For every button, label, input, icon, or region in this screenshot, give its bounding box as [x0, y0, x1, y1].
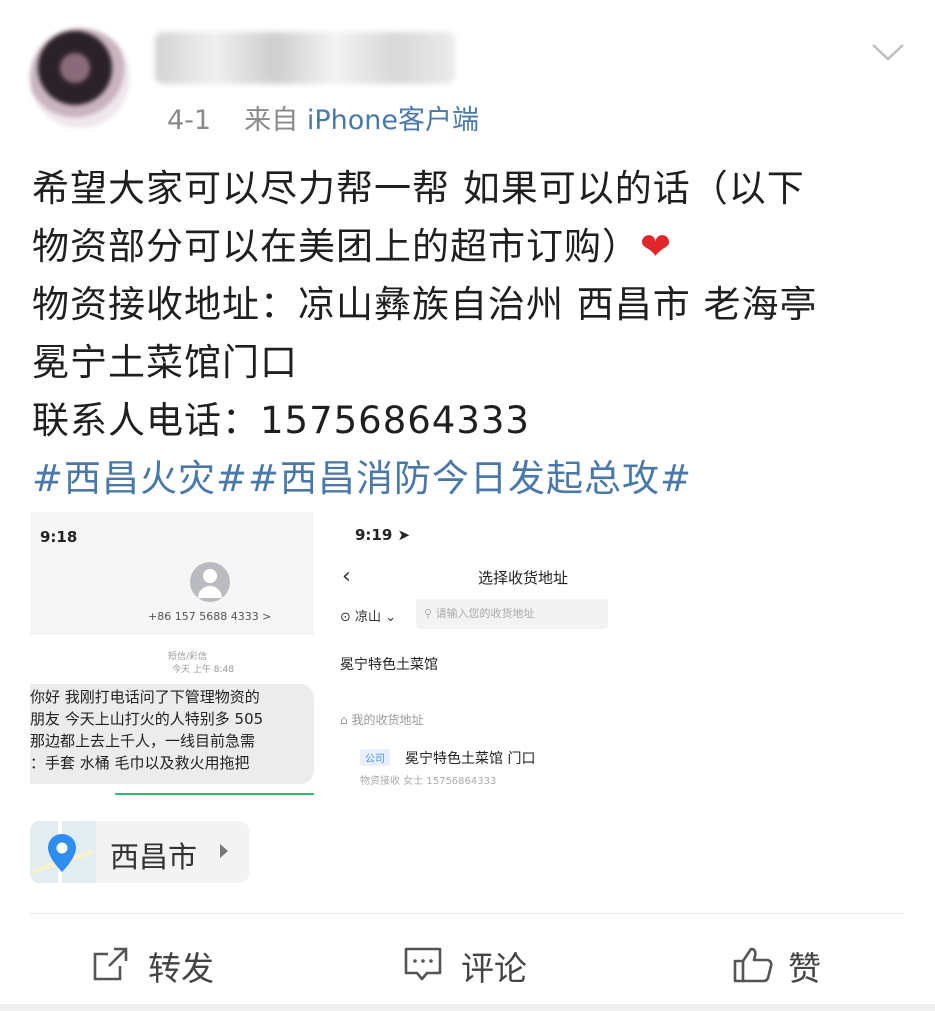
- location-chip[interactable]: 西昌市: [30, 821, 249, 883]
- status-time: 9:19 ➤: [355, 526, 411, 544]
- repost-label: 转发: [148, 949, 214, 988]
- chevron-down-icon[interactable]: [870, 40, 906, 64]
- my-address-heading: ⌂ 我的收货地址: [340, 711, 423, 728]
- back-icon: ‹: [342, 564, 351, 589]
- message-line: 那边都上去上千人，一线目前急需: [30, 732, 256, 750]
- comment-button[interactable]: 评论: [403, 930, 543, 998]
- contact-phone: +86 157 5688 4333 >: [148, 610, 272, 623]
- post-text-line: 希望大家可以尽力帮一帮 如果可以的话（以下: [32, 167, 805, 210]
- address-page-title: 选择收货地址: [478, 569, 569, 587]
- map-thumbnail: [30, 821, 96, 883]
- bottom-separator: [0, 1004, 935, 1011]
- chevron-right-icon: [220, 844, 228, 858]
- comment-label: 评论: [461, 949, 527, 988]
- search-placeholder: 请输入您的收货地址: [435, 607, 535, 620]
- divider: [30, 913, 905, 914]
- sms-label: 短信/彩信: [168, 652, 208, 662]
- post-text-line: 物资接收地址：凉山彝族自治州 西昌市 老海亭: [32, 283, 818, 326]
- post-text-line: 联系人电话：15756864333: [32, 399, 530, 442]
- hashtag-links[interactable]: #西昌火灾##西昌消防今日发起总攻#: [32, 450, 912, 508]
- heart-emoji: ❤: [640, 225, 673, 268]
- map-pin-icon: [48, 834, 76, 872]
- message-line: 朋友 今天上山打火的人特别多 505: [30, 710, 264, 728]
- contact-avatar-icon: [190, 562, 230, 602]
- share-icon: [93, 947, 128, 981]
- thumbs-up-icon: [733, 947, 773, 983]
- comment-icon: [404, 947, 442, 981]
- post-text-line: 物资部分可以在美团上的超市订购）: [32, 225, 640, 268]
- saved-address: 冕宁特色土菜馆 门口: [405, 751, 536, 767]
- source-prefix: 来自: [244, 105, 299, 136]
- source-client[interactable]: iPhone客户端: [307, 105, 479, 136]
- address-search: ⚲ 请输入您的收货地址: [416, 599, 608, 629]
- chevron-down-icon: ⌄: [385, 610, 397, 625]
- location-label: 西昌市: [110, 840, 198, 874]
- city-name: 凉山: [355, 610, 382, 625]
- image-sms-screenshot[interactable]: 9:18 +86 157 5688 4333 > 短信/彩信 今天 上午 8:4…: [30, 512, 314, 795]
- home-icon: ⌂: [340, 713, 348, 727]
- like-label: 赞: [788, 949, 821, 988]
- city-selector: ⊙ 凉山 ⌄: [340, 606, 396, 625]
- like-button[interactable]: 赞: [732, 930, 832, 998]
- post-text-line-with-heart: 物资部分可以在美团上的超市订购）❤: [32, 218, 912, 276]
- location-pin-icon: ⊙: [340, 610, 351, 625]
- repost-button[interactable]: 转发: [92, 930, 232, 998]
- shop-result: 冕宁特色土菜馆: [340, 657, 438, 673]
- post-meta: 4-1 来自 iPhone客户端: [167, 98, 479, 137]
- address-tag: 公司: [360, 749, 390, 766]
- status-time: 9:18: [40, 528, 78, 546]
- address-contact: 物资接收 女士 15756864333: [360, 776, 497, 787]
- username-blurred[interactable]: [155, 32, 455, 84]
- avatar[interactable]: [30, 28, 130, 128]
- message-line: ：手套 水桶 毛巾以及救火用拖把: [30, 754, 250, 772]
- search-icon: ⚲: [424, 607, 433, 620]
- my-address-label: 我的收货地址: [351, 713, 424, 727]
- message-bubble: 你好 我刚打电话问了下管理物资的 朋友 今天上山打火的人特别多 505 那边都上…: [30, 684, 314, 784]
- post-header: 4-1 来自 iPhone客户端: [0, 0, 935, 140]
- image-address-screenshot[interactable]: 9:19 ➤ ‹ 选择收货地址 ⊙ 凉山 ⌄ ⚲ 请输入您的收货地址 冕宁特色土…: [330, 512, 630, 795]
- action-bar: 转发 评论 赞: [0, 930, 935, 998]
- post-date: 4-1: [167, 105, 212, 136]
- message-line: 你好 我刚打电话问了下管理物资的: [30, 688, 260, 706]
- post-text-line: 冕宁土菜馆门口: [32, 341, 298, 384]
- green-divider: [115, 793, 314, 795]
- sms-date: 今天 上午 8:48: [172, 665, 234, 675]
- post-body: 希望大家可以尽力帮一帮 如果可以的话（以下 物资部分可以在美团上的超市订购）❤ …: [32, 160, 912, 508]
